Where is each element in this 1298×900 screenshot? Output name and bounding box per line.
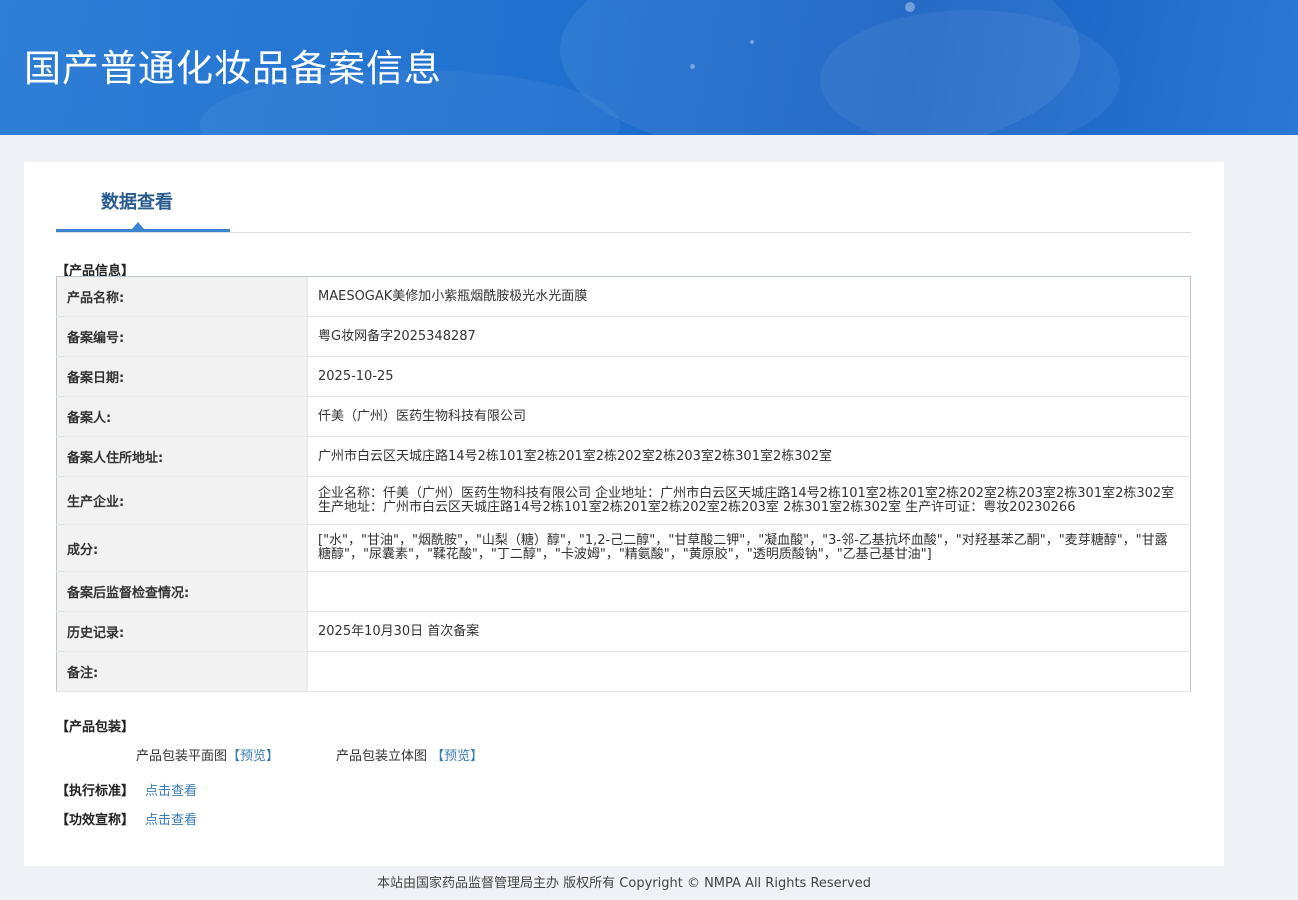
supervision-value <box>307 571 1191 612</box>
active-tab-arrow <box>132 222 144 229</box>
filing-number-value: 粤G妆网备字2025348287 <box>307 316 1191 357</box>
efficacy-view-link[interactable]: 点击查看 <box>145 809 197 828</box>
table-row: 历史记录: 2025年10月30日 首次备案 <box>56 611 1191 652</box>
header-banner: 国产普通化妆品备案信息 <box>0 0 1298 135</box>
row-label: 备注: <box>56 651 308 692</box>
product-info-table: 产品名称: MAESOGAK美修加小紫瓶烟酰胺极光水光面膜 备案编号: 粤G妆网… <box>56 276 1191 692</box>
table-row: 备注: <box>56 651 1191 692</box>
table-row: 备案人: 仟美（广州）医药生物科技有限公司 <box>56 396 1191 437</box>
row-label: 备案日期: <box>56 356 308 397</box>
manufacturer-value: 企业名称：仟美（广州）医药生物科技有限公司 企业地址：广州市白云区天城庄路14号… <box>307 476 1191 525</box>
packaging-solid-label: 产品包装立体图 <box>336 749 428 764</box>
row-label: 历史记录: <box>56 611 308 652</box>
table-row: 产品名称: MAESOGAK美修加小紫瓶烟酰胺极光水光面膜 <box>56 276 1191 317</box>
product-name-value: MAESOGAK美修加小紫瓶烟酰胺极光水光面膜 <box>307 276 1191 317</box>
content-card: 数据查看 【产品信息】 产品名称: MAESOGAK美修加小紫瓶烟酰胺极光水光面… <box>24 162 1224 866</box>
efficacy-title: 【功效宣称】 <box>56 813 135 828</box>
banner-dot <box>750 40 754 44</box>
table-row: 备案编号: 粤G妆网备字2025348287 <box>56 316 1191 357</box>
table-row: 备案人住所地址: 广州市白云区天城庄路14号2栋101室2栋201室2栋202室… <box>56 436 1191 477</box>
packaging-flat-label: 产品包装平面图 <box>136 749 228 764</box>
banner-dot <box>690 64 695 69</box>
row-label: 产品名称: <box>56 276 308 317</box>
page-title: 国产普通化妆品备案信息 <box>24 47 442 90</box>
filing-date-value: 2025-10-25 <box>307 356 1191 397</box>
table-row: 成分: ["水"，"甘油"，"烟酰胺"，"山梨（糖）醇"，"1,2-己二醇"，"… <box>56 524 1191 572</box>
remarks-value <box>307 651 1191 692</box>
banner-dot <box>905 2 915 12</box>
footer-copyright: 本站由国家药品监督管理局主办 版权所有 Copyright © NMPA All… <box>377 876 871 891</box>
filer-address-value: 广州市白云区天城庄路14号2栋101室2栋201室2栋202室2栋203室2栋3… <box>307 436 1191 477</box>
row-label: 生产企业: <box>56 476 308 525</box>
table-row: 备案日期: 2025-10-25 <box>56 356 1191 397</box>
table-row: 备案后监督检查情况: <box>56 571 1191 612</box>
flat-preview-link[interactable]: 【预览】 <box>227 749 279 764</box>
solid-preview-link[interactable]: 【预览】 <box>431 749 483 764</box>
active-tab-indicator <box>56 229 230 232</box>
standard-title: 【执行标准】 <box>56 784 135 799</box>
tab-data-view[interactable]: 数据查看 <box>101 188 173 214</box>
row-label: 备案人住所地址: <box>56 436 308 477</box>
packaging-flat: 产品包装平面图【预览】 <box>136 745 279 764</box>
ingredients-value: ["水"，"甘油"，"烟酰胺"，"山梨（糖）醇"，"1,2-己二醇"，"甘草酸二… <box>307 524 1191 572</box>
row-label: 备案人: <box>56 396 308 437</box>
packaging-title: 【产品包装】 <box>56 720 135 735</box>
standard-view-link[interactable]: 点击查看 <box>145 780 197 799</box>
history-value: 2025年10月30日 首次备案 <box>307 611 1191 652</box>
row-label: 备案编号: <box>56 316 308 357</box>
row-label: 成分: <box>56 524 308 572</box>
table-row: 生产企业: 企业名称：仟美（广州）医药生物科技有限公司 企业地址：广州市白云区天… <box>56 476 1191 525</box>
row-label: 备案后监督检查情况: <box>56 571 308 612</box>
filer-value: 仟美（广州）医药生物科技有限公司 <box>307 396 1191 437</box>
packaging-solid: 产品包装立体图 【预览】 <box>336 745 483 764</box>
tab-bar: 数据查看 <box>56 162 1191 233</box>
